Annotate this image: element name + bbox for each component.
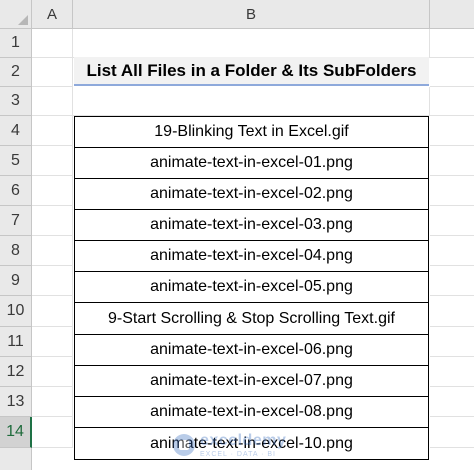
- file-name-cell[interactable]: 9-Start Scrolling & Stop Scrolling Text.…: [74, 302, 429, 335]
- file-name-cell[interactable]: animate-text-in-excel-06.png: [74, 334, 429, 366]
- cell-c4[interactable]: [430, 116, 474, 146]
- row-header-11[interactable]: 11: [0, 327, 32, 357]
- cell-a4[interactable]: [32, 116, 73, 146]
- file-name-cell[interactable]: animate-text-in-excel-04.png: [74, 240, 429, 272]
- file-name-cell[interactable]: animate-text-in-excel-07.png: [74, 365, 429, 397]
- select-all-button[interactable]: [0, 0, 32, 29]
- table-row: 9-Start Scrolling & Stop Scrolling Text.…: [74, 302, 429, 335]
- cell-a2[interactable]: [32, 58, 73, 87]
- cell-a6[interactable]: [32, 176, 73, 206]
- file-name-cell[interactable]: animate-text-in-excel-08.png: [74, 396, 429, 428]
- cell-a3[interactable]: [32, 87, 73, 116]
- cell-c3[interactable]: [430, 87, 474, 116]
- column-header-a[interactable]: A: [32, 0, 73, 29]
- cell-c9[interactable]: [430, 266, 474, 296]
- table-row: 19-Blinking Text in Excel.gif: [74, 116, 429, 148]
- row-header-7[interactable]: 7: [0, 206, 32, 236]
- cell-a10[interactable]: [32, 296, 73, 327]
- cell-a9[interactable]: [32, 266, 73, 296]
- watermark-name: exceldemy: [200, 431, 287, 449]
- row-header-3[interactable]: 3: [0, 87, 32, 116]
- exceldemy-watermark: exceldemy EXCEL · DATA · BI: [173, 428, 323, 462]
- file-name-cell[interactable]: animate-text-in-excel-02.png: [74, 178, 429, 210]
- file-name-cell[interactable]: animate-text-in-excel-03.png: [74, 209, 429, 241]
- row-header-4[interactable]: 4: [0, 116, 32, 146]
- table-row: animate-text-in-excel-03.png: [74, 209, 429, 241]
- watermark-text: exceldemy EXCEL · DATA · BI: [200, 431, 287, 458]
- file-name-cell[interactable]: 19-Blinking Text in Excel.gif: [74, 116, 429, 148]
- watermark-tagline: EXCEL · DATA · BI: [200, 450, 276, 458]
- cell-c11[interactable]: [430, 327, 474, 357]
- cell-c7[interactable]: [430, 206, 474, 236]
- cell-a8[interactable]: [32, 236, 73, 266]
- cell-c5[interactable]: [430, 146, 474, 176]
- table-row: animate-text-in-excel-01.png: [74, 147, 429, 179]
- cell-a12[interactable]: [32, 357, 73, 387]
- table-row: animate-text-in-excel-06.png: [74, 334, 429, 366]
- row-header-14[interactable]: 14: [0, 417, 32, 448]
- row-header-1[interactable]: 1: [0, 29, 32, 58]
- table-row: animate-text-in-excel-04.png: [74, 240, 429, 272]
- cell-a7[interactable]: [32, 206, 73, 236]
- cell-b1[interactable]: [73, 29, 430, 58]
- cell-a5[interactable]: [32, 146, 73, 176]
- row-header-13[interactable]: 13: [0, 387, 32, 417]
- cell-c14[interactable]: [430, 417, 474, 448]
- cell-c6[interactable]: [430, 176, 474, 206]
- column-header-b[interactable]: B: [73, 0, 430, 29]
- row-header-6[interactable]: 6: [0, 176, 32, 206]
- table-row: animate-text-in-excel-05.png: [74, 271, 429, 303]
- row-header-15[interactable]: [0, 448, 32, 470]
- cell-c10[interactable]: [430, 296, 474, 327]
- table-row: animate-text-in-excel-02.png: [74, 178, 429, 210]
- cell-c12[interactable]: [430, 357, 474, 387]
- cell-c8[interactable]: [430, 236, 474, 266]
- row-header-5[interactable]: 5: [0, 146, 32, 176]
- cell-a11[interactable]: [32, 327, 73, 357]
- cell-a1[interactable]: [32, 29, 73, 58]
- spreadsheet-grid: A B 1 2 3 4 5 6 7 8 9 10 11 12 13 14 Lis…: [0, 0, 474, 470]
- row-header-9[interactable]: 9: [0, 266, 32, 296]
- cell-c1[interactable]: [430, 29, 474, 58]
- sheet-title-cell[interactable]: List All Files in a Folder & Its SubFold…: [74, 57, 429, 86]
- select-all-triangle-icon: [18, 15, 28, 25]
- exceldemy-logo-icon: [173, 434, 195, 456]
- row-header-12[interactable]: 12: [0, 357, 32, 387]
- file-list-table: 19-Blinking Text in Excel.gif animate-te…: [74, 116, 429, 460]
- cell-c2[interactable]: [430, 58, 474, 87]
- cell-c13[interactable]: [430, 387, 474, 417]
- cell-a13[interactable]: [32, 387, 73, 417]
- cell-b3[interactable]: [73, 87, 430, 116]
- table-row: animate-text-in-excel-07.png: [74, 365, 429, 397]
- table-row: animate-text-in-excel-08.png: [74, 396, 429, 428]
- row-header-8[interactable]: 8: [0, 236, 32, 266]
- column-header-c[interactable]: [430, 0, 474, 29]
- file-name-cell[interactable]: animate-text-in-excel-05.png: [74, 271, 429, 303]
- cell-a14[interactable]: [32, 417, 73, 448]
- file-name-cell[interactable]: animate-text-in-excel-01.png: [74, 147, 429, 179]
- row-header-2[interactable]: 2: [0, 58, 32, 87]
- row-header-10[interactable]: 10: [0, 296, 32, 327]
